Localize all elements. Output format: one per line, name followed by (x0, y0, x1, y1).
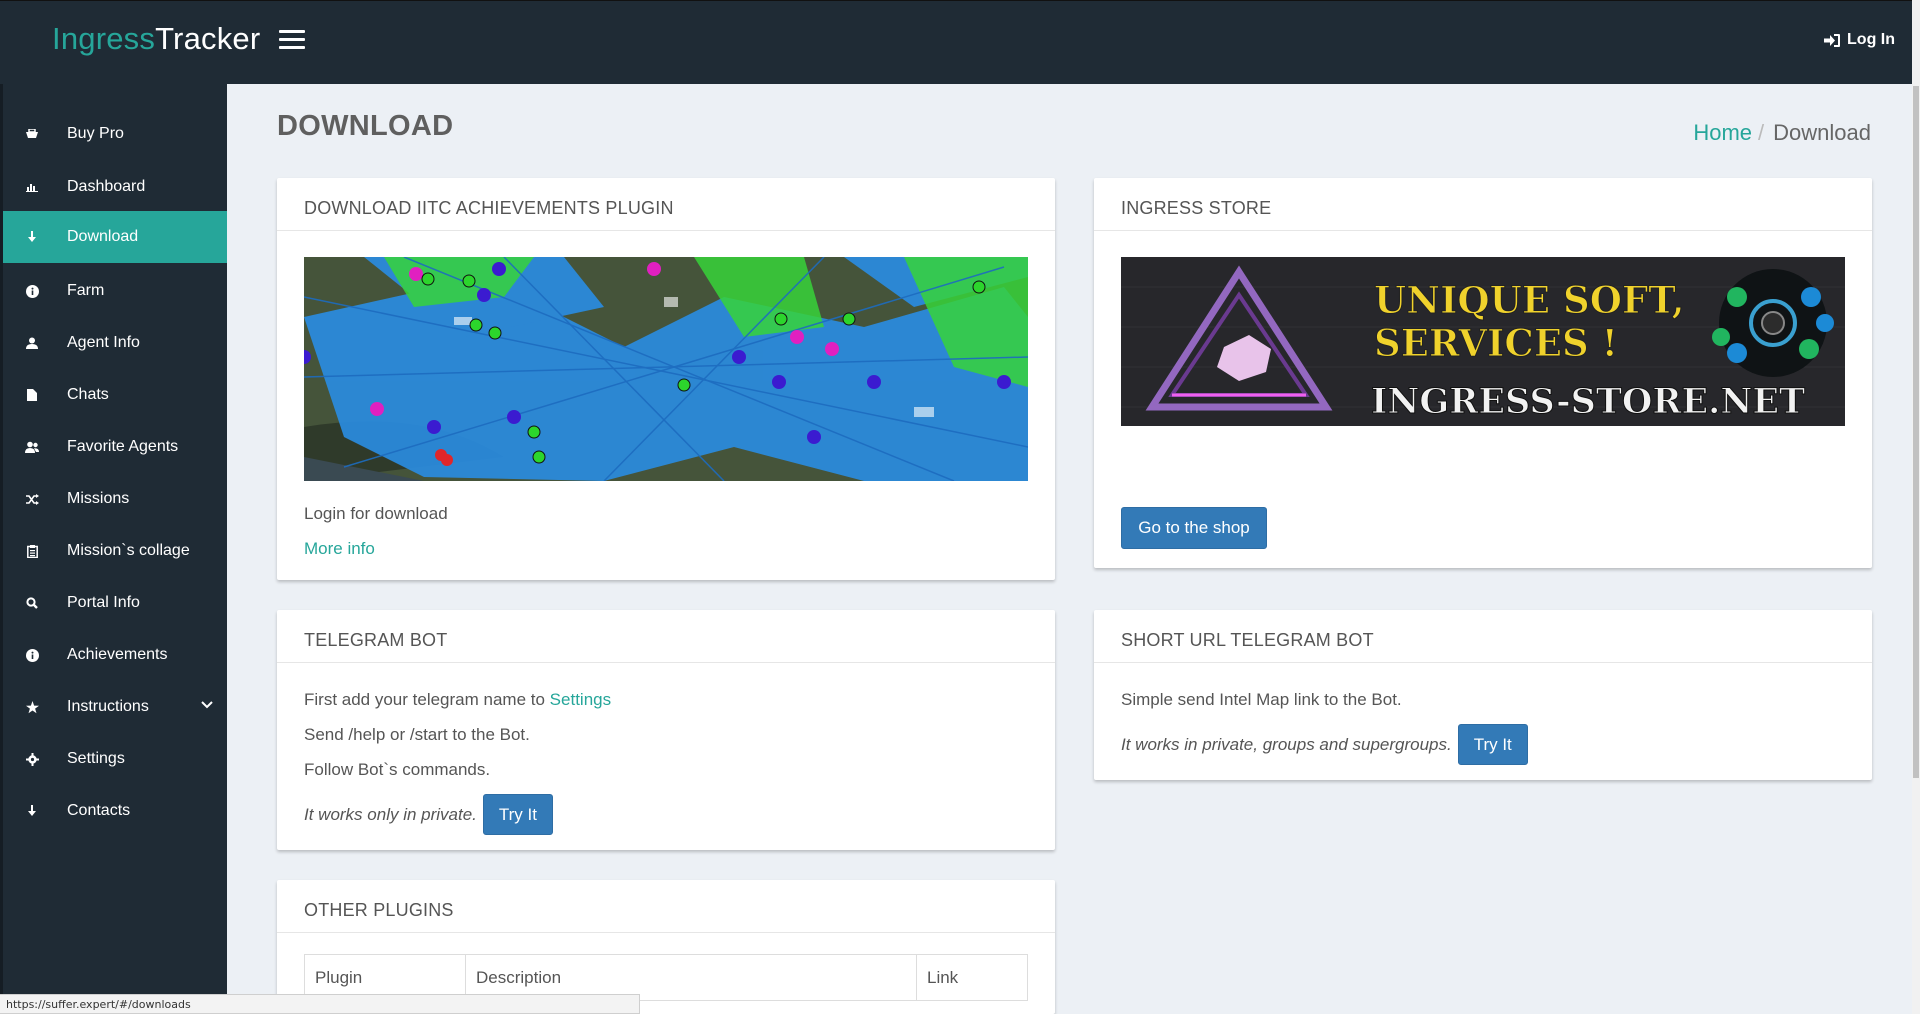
short-url-bot-card: SHORT URL TELEGRAM BOT Simple send Intel… (1094, 610, 1872, 780)
column-header-link: Link (916, 954, 1028, 1001)
cart-icon (25, 127, 39, 141)
sidebar-item-download[interactable]: Download (3, 211, 227, 263)
login-button[interactable]: Log In (1824, 31, 1895, 49)
ingress-store-banner[interactable]: UNIQUE SOFT, SERVICES ! INGRESS-STORE.NE… (1121, 257, 1845, 426)
users-icon (25, 440, 39, 454)
page-title: DOWNLOAD (277, 110, 454, 142)
gear-icon (25, 752, 39, 766)
app-logo[interactable]: IngressTracker (52, 21, 260, 57)
short-url-groups-note: It works in private, groups and supergro… (1121, 734, 1452, 754)
sidebar-item-label: Mission`s collage (67, 542, 190, 559)
sidebar-item-label: Buy Pro (67, 125, 124, 142)
iitc-map-preview-image (304, 257, 1028, 481)
sidebar-item-label: Contacts (67, 802, 131, 819)
user-icon (25, 336, 39, 350)
sidebar-item-label: Portal Info (67, 594, 140, 611)
iitc-plugin-card: DOWNLOAD IITC ACHIEVEMENTS PLUGIN Login … (277, 178, 1055, 580)
short-url-line1: Simple send Intel Map link to the Bot. (1121, 690, 1402, 709)
login-for-download-text: Login for download (304, 504, 448, 523)
sidebar-item-label: Farm (67, 282, 105, 299)
sidebar-item-settings[interactable]: Settings (3, 733, 227, 785)
page-scrollbar[interactable] (1912, 0, 1920, 1014)
telegram-line1-text: First add your telegram name to (304, 690, 550, 709)
sidebar-item-favorite-agents[interactable]: Favorite Agents (3, 421, 227, 473)
ingress-store-card: INGRESS STORE UNIQUE SOFT, SERVICES ! IN… (1094, 178, 1872, 568)
sidebar-item-chats[interactable]: Chats (3, 369, 227, 421)
sidebar-item-instructions[interactable]: Instructions (3, 681, 227, 733)
breadcrumb-separator: / (1758, 120, 1765, 145)
sidebar-item-label: Dashboard (67, 178, 146, 195)
info-circle-icon (25, 648, 39, 662)
bar-chart-icon (25, 180, 39, 194)
sidebar-item-farm[interactable]: Farm (3, 265, 227, 317)
login-label: Log In (1847, 31, 1895, 48)
ingress-store-title: INGRESS STORE (1094, 178, 1872, 231)
info-circle-icon (25, 284, 39, 298)
sidebar-item-achievements[interactable]: Achievements (3, 629, 227, 681)
short-url-try-row: It works in private, groups and supergro… (1121, 724, 1528, 765)
banner-line1: UNIQUE SOFT, (1374, 278, 1685, 322)
sidebar-item-label: Settings (67, 750, 125, 767)
more-info-link[interactable]: More info (304, 539, 375, 559)
iitc-card-title: DOWNLOAD IITC ACHIEVEMENTS PLUGIN (277, 178, 1055, 231)
star-icon (25, 700, 39, 714)
telegram-try-it-button[interactable]: Try It (482, 794, 553, 835)
sidebar-item-dashboard[interactable]: Dashboard (3, 161, 227, 213)
shuffle-icon (25, 492, 39, 506)
telegram-try-row: It works only in private. Try It (304, 794, 553, 835)
short-url-bot-title: SHORT URL TELEGRAM BOT (1094, 610, 1872, 663)
sidebar-item-label: Missions (67, 490, 130, 507)
sidebar-item-contacts[interactable]: Contacts (3, 785, 227, 837)
sidebar-item-label: Favorite Agents (67, 438, 179, 455)
telegram-private-note: It works only in private. (304, 804, 477, 824)
breadcrumb-home-link[interactable]: Home (1693, 120, 1752, 145)
telegram-line3: Follow Bot`s commands. (304, 760, 491, 779)
scrollbar-thumb[interactable] (1913, 86, 1919, 778)
other-plugins-title: OTHER PLUGINS (277, 880, 1055, 933)
sidebar-item-missions-collage[interactable]: Mission`s collage (3, 525, 227, 577)
banner-line2: SERVICES ! (1374, 321, 1618, 365)
logo-part-tracker: Tracker (155, 21, 261, 56)
sidebar-item-label: Instructions (67, 698, 149, 715)
top-navbar: IngressTracker Log In (0, 0, 1912, 84)
sidebar: Buy Pro Dashboard Download Farm Agent In… (0, 84, 227, 1014)
chevron-down-icon[interactable] (201, 701, 213, 709)
sidebar-item-label: Download (67, 228, 139, 245)
file-icon (25, 388, 39, 402)
short-url-try-it-button[interactable]: Try It (1457, 724, 1528, 765)
sidebar-item-buy-pro[interactable]: Buy Pro (3, 108, 227, 160)
download-arrow-icon (25, 230, 39, 244)
banner-domain: INGRESS-STORE.NET (1371, 381, 1805, 422)
store-banner-art: UNIQUE SOFT, SERVICES ! INGRESS-STORE.NE… (1121, 257, 1845, 426)
hamburger-menu-icon[interactable] (279, 30, 305, 50)
sign-in-icon (1824, 33, 1841, 47)
search-icon (25, 596, 39, 610)
sidebar-item-agent-info[interactable]: Agent Info (3, 317, 227, 369)
sidebar-item-missions[interactable]: Missions (3, 473, 227, 525)
settings-link[interactable]: Settings (550, 690, 611, 709)
telegram-line2: Send /help or /start to the Bot. (304, 725, 530, 744)
breadcrumb-current: Download (1773, 120, 1871, 145)
logo-part-ingress: Ingress (52, 21, 156, 56)
telegram-bot-title: TELEGRAM BOT (277, 610, 1055, 663)
browser-status-url: https://suffer.expert/#/downloads (0, 994, 640, 1014)
sidebar-item-label: Achievements (67, 646, 168, 663)
telegram-bot-card: TELEGRAM BOT First add your telegram nam… (277, 610, 1055, 850)
telegram-line-settings: First add your telegram name to Settings (304, 690, 611, 710)
sidebar-item-label: Agent Info (67, 334, 140, 351)
sidebar-item-label: Chats (67, 386, 109, 403)
clipboard-icon (25, 544, 39, 558)
download-arrow-icon (25, 804, 39, 818)
go-to-shop-button[interactable]: Go to the shop (1121, 507, 1267, 549)
breadcrumb: Home / Download (1693, 120, 1871, 146)
sidebar-item-portal-info[interactable]: Portal Info (3, 577, 227, 629)
